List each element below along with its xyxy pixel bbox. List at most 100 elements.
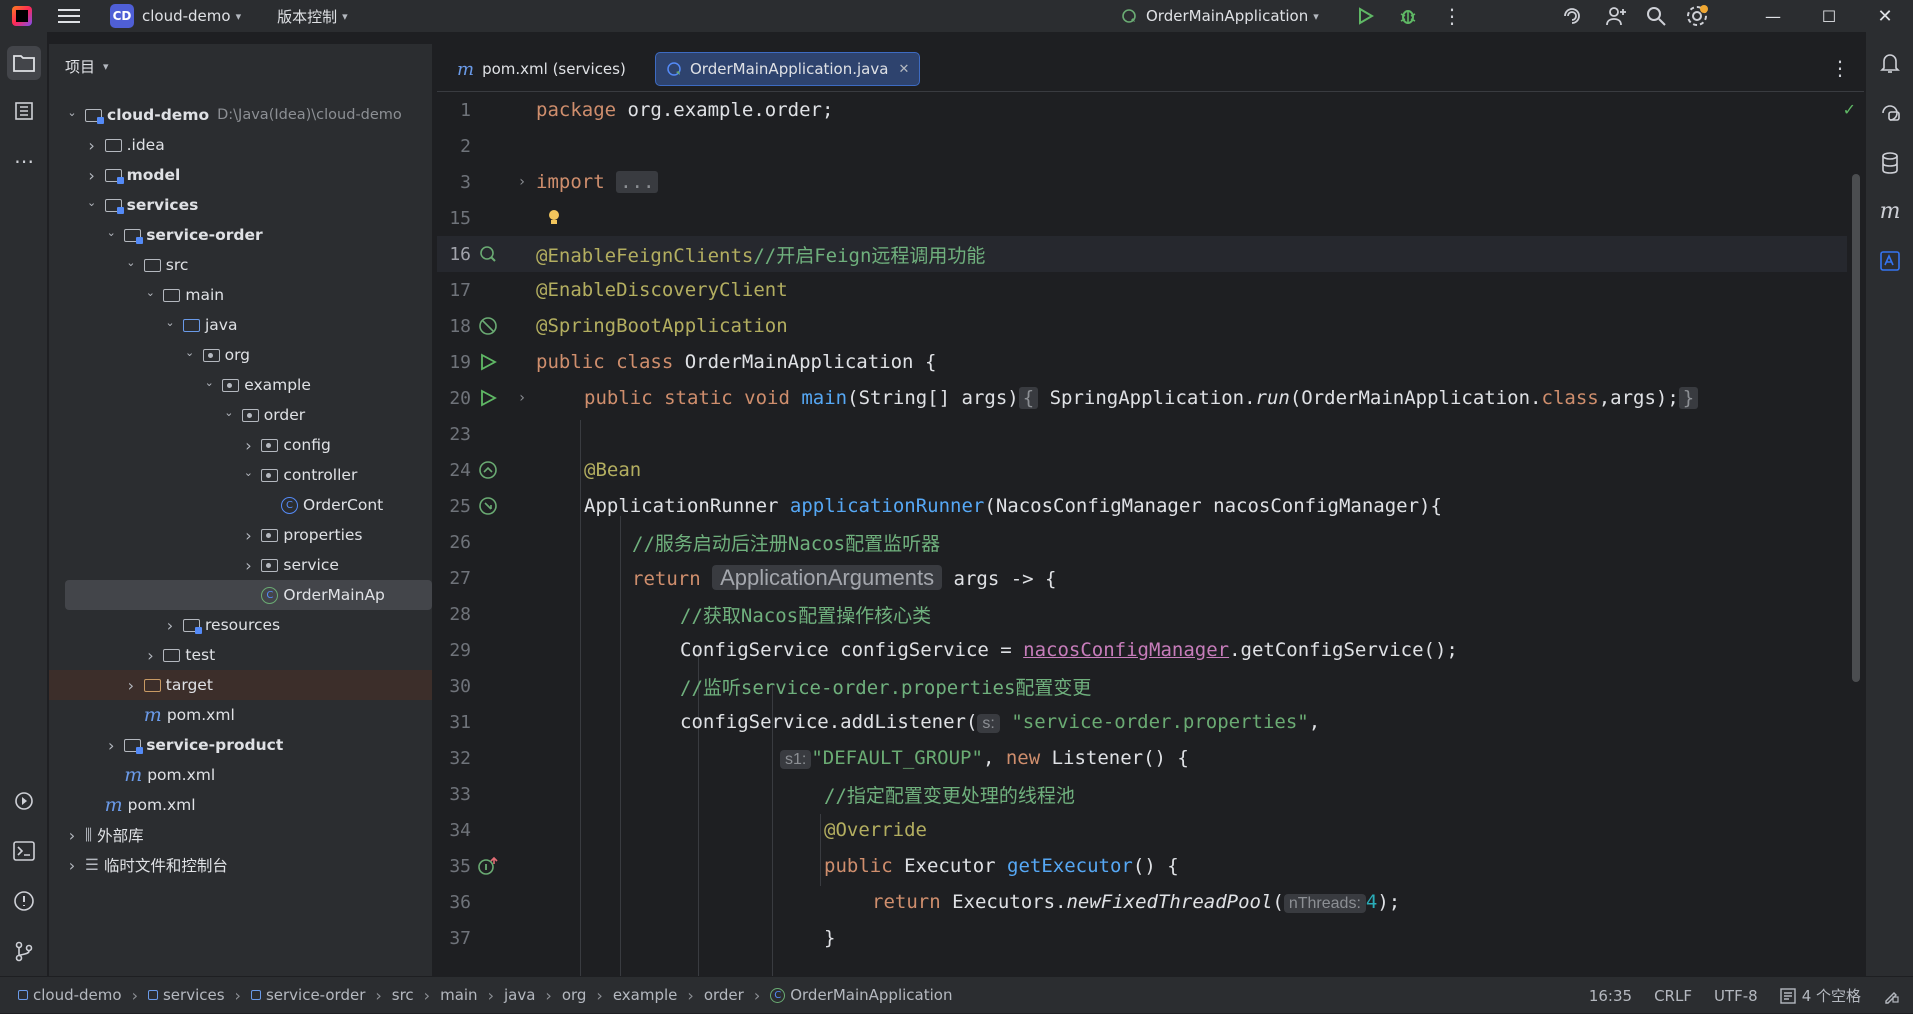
line-separator[interactable]: CRLF — [1654, 987, 1692, 1005]
lightbulb-icon[interactable] — [541, 209, 567, 227]
chevron-down-icon[interactable]: ⌄ — [143, 286, 157, 299]
implements-gutter-icon[interactable] — [475, 856, 501, 876]
chevron-down-icon[interactable]: ⌄ — [183, 346, 197, 359]
tree-item-services[interactable]: ⌄ services — [49, 190, 432, 220]
structure-tool-button[interactable] — [7, 94, 41, 128]
chevron-right-icon[interactable]: › — [241, 556, 255, 575]
chevron-down-icon[interactable]: ⌄ — [241, 466, 255, 479]
tree-item-pom-xml[interactable]: m pom.xml — [49, 700, 432, 730]
fold-expand-icon[interactable]: › — [509, 174, 535, 190]
tree-item-controller[interactable]: ⌄ controller — [49, 460, 432, 490]
tree-item-resources[interactable]: › resources — [49, 610, 432, 640]
ai-chat-tool-button[interactable] — [1873, 96, 1907, 130]
tab-order-main-application[interactable]: OrderMainApplication.java ✕ — [655, 52, 921, 86]
breadcrumb-item[interactable]: main — [440, 986, 477, 1004]
folded-imports[interactable]: ... — [616, 171, 659, 193]
tree-item-config[interactable]: › config — [49, 430, 432, 460]
chevron-right-icon[interactable]: › — [163, 616, 177, 635]
project-badge[interactable]: CD — [110, 4, 134, 28]
tree-item-ordermainap[interactable]: C OrderMainAp — [65, 580, 432, 610]
chevron-down-icon[interactable]: ▾ — [103, 60, 109, 73]
indent-setting[interactable]: 4 个空格 — [1779, 985, 1861, 1006]
tree-item-properties[interactable]: › properties — [49, 520, 432, 550]
readonly-lock-icon[interactable] — [1883, 988, 1899, 1004]
bean-gutter-icon[interactable] — [475, 496, 501, 516]
tab-pom-xml-services[interactable]: m pom.xml (services) — [447, 52, 636, 86]
terminal-tool-button[interactable] — [7, 834, 41, 868]
editor-vertical-scrollbar[interactable] — [1852, 174, 1860, 682]
debug-icon[interactable] — [1398, 6, 1418, 26]
settings-gear-icon[interactable] — [1685, 4, 1709, 28]
project-tool-button[interactable] — [7, 46, 41, 80]
breadcrumb-item[interactable]: example — [613, 986, 678, 1004]
chevron-down-icon[interactable]: ⌄ — [222, 406, 236, 419]
chevron-right-icon[interactable]: › — [124, 676, 138, 695]
run-config-selector[interactable]: OrderMainApplication ▾ — [1120, 4, 1319, 28]
breadcrumb-item[interactable]: java — [504, 986, 535, 1004]
notifications-tool-button[interactable] — [1873, 46, 1907, 80]
git-tool-button[interactable] — [7, 934, 41, 968]
spring-bean-gutter-icon[interactable] — [475, 316, 501, 336]
tree-item-service-order[interactable]: ⌄ service-order — [49, 220, 432, 250]
chevron-right-icon[interactable]: › — [65, 856, 79, 875]
bean-gutter-icon[interactable] — [475, 460, 501, 480]
intellij-logo-icon[interactable] — [12, 6, 32, 26]
chevron-down-icon[interactable]: ⌄ — [104, 226, 118, 239]
tree-item-service[interactable]: › service — [49, 550, 432, 580]
tree-item-org[interactable]: ⌄ org — [49, 340, 432, 370]
no-problems-check-icon[interactable]: ✓ — [1843, 100, 1856, 119]
chevron-right-icon[interactable]: › — [241, 436, 255, 455]
ai-assistant-icon[interactable] — [1561, 5, 1583, 27]
maven-tool-icon[interactable]: m — [1873, 194, 1907, 228]
breadcrumb-item[interactable]: cloud-demo — [18, 986, 122, 1004]
chevron-right-icon[interactable]: › — [143, 646, 157, 665]
run-icon[interactable] — [1355, 6, 1375, 26]
chevron-down-icon[interactable]: ⌄ — [163, 316, 177, 329]
chevron-right-icon[interactable]: › — [85, 136, 99, 155]
tree-item-ordercont[interactable]: C OrderCont — [49, 490, 432, 520]
tree-item-临时文件和控制台[interactable]: › ☰ 临时文件和控制台 — [49, 850, 432, 880]
chevron-down-icon[interactable]: ⌄ — [65, 106, 79, 119]
add-user-icon[interactable] — [1605, 5, 1627, 27]
caret-position[interactable]: 16:35 — [1589, 987, 1632, 1005]
tree-item-main[interactable]: ⌄ main — [49, 280, 432, 310]
chevron-right-icon[interactable]: › — [85, 166, 99, 185]
breadcrumb-item[interactable]: services — [147, 986, 225, 1004]
tree-item-example[interactable]: ⌄ example — [49, 370, 432, 400]
tree-item-java[interactable]: ⌄ java — [49, 310, 432, 340]
tab-options-icon[interactable]: ⋮ — [1830, 56, 1850, 80]
chevron-right-icon[interactable]: › — [241, 526, 255, 545]
tree-item-cloud-demo[interactable]: ⌄ cloud-demo D:\Java(Idea)\cloud-demo — [49, 100, 432, 130]
tree-item-src[interactable]: ⌄ src — [49, 250, 432, 280]
project-name[interactable]: cloud-demo — [142, 7, 231, 25]
file-encoding[interactable]: UTF-8 — [1714, 987, 1758, 1005]
breadcrumb-item[interactable]: order — [704, 986, 744, 1004]
tree-item-test[interactable]: › test — [49, 640, 432, 670]
breadcrumb-item[interactable]: src — [392, 986, 414, 1004]
tree-item-pom-xml[interactable]: m pom.xml — [49, 760, 432, 790]
breadcrumb-item[interactable]: org — [562, 986, 587, 1004]
tree-item-pom-xml[interactable]: m pom.xml — [49, 790, 432, 820]
chevron-down-icon[interactable]: ▾ — [342, 10, 348, 23]
fold-expand-icon[interactable]: › — [509, 390, 535, 406]
maximize-window-icon[interactable]: ☐ — [1801, 7, 1857, 26]
chevron-down-icon[interactable]: ⌄ — [85, 196, 99, 209]
translate-tool-button[interactable] — [1873, 244, 1907, 278]
tree-item-model[interactable]: › model — [49, 160, 432, 190]
project-panel-header[interactable]: 项目 ▾ — [49, 44, 432, 88]
vcs-menu[interactable]: 版本控制 — [277, 6, 337, 27]
run-gutter-icon[interactable] — [475, 389, 501, 407]
main-menu-icon[interactable] — [58, 9, 80, 23]
services-tool-button[interactable] — [7, 784, 41, 818]
tree-item-order[interactable]: ⌄ order — [49, 400, 432, 430]
more-actions-icon[interactable]: ⋮ — [1442, 4, 1462, 28]
close-tab-icon[interactable]: ✕ — [898, 62, 909, 77]
more-tools-icon[interactable]: ⋯ — [7, 144, 41, 178]
chevron-down-icon[interactable]: ▾ — [236, 10, 242, 23]
breadcrumb-item[interactable]: C OrderMainApplication — [770, 986, 952, 1004]
chevron-down-icon[interactable]: ⌄ — [124, 256, 138, 269]
tree-item-service-product[interactable]: › service-product — [49, 730, 432, 760]
tree-item--idea[interactable]: › .idea — [49, 130, 432, 160]
close-window-icon[interactable]: ✕ — [1857, 6, 1913, 27]
minimize-window-icon[interactable]: — — [1745, 7, 1801, 26]
